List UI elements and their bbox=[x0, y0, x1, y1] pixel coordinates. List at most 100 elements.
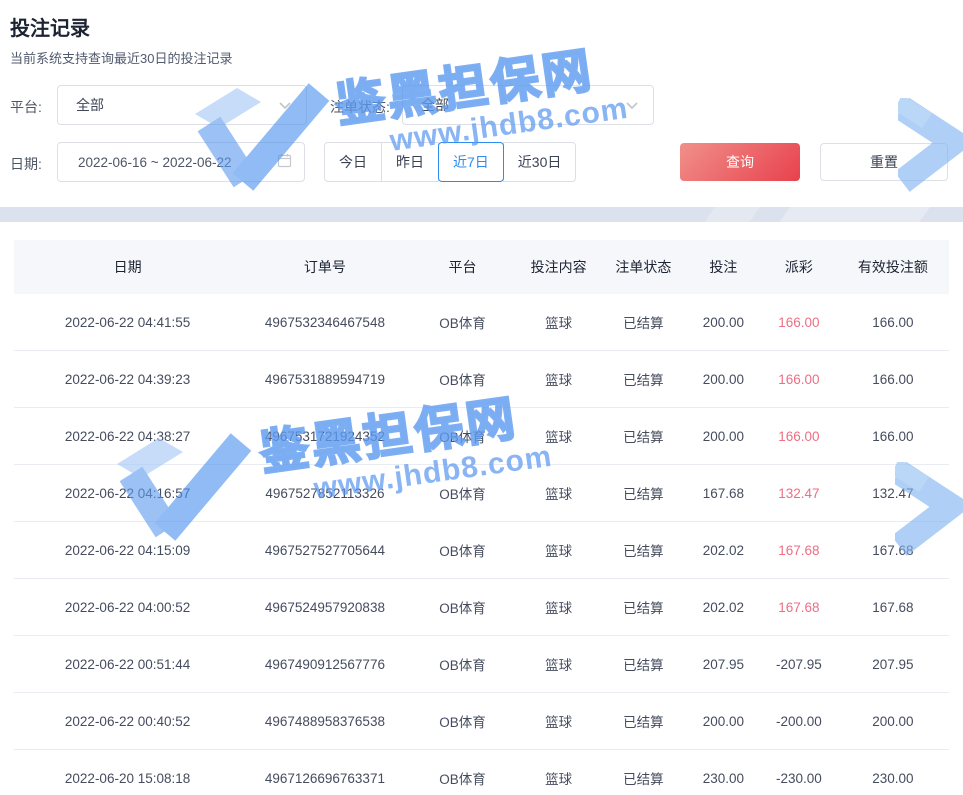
cell-payout: -230.00 bbox=[761, 750, 837, 795]
cell-date: 2022-06-22 04:39:23 bbox=[14, 351, 241, 408]
cell-date: 2022-06-22 04:38:27 bbox=[14, 408, 241, 465]
platform-select-value: 全部 bbox=[76, 95, 104, 115]
column-header: 订单号 bbox=[241, 240, 408, 294]
cell-platform: OB体育 bbox=[409, 636, 517, 693]
cell-valid-amount: 230.00 bbox=[837, 750, 949, 795]
table-row: 2022-06-22 04:41:55 4967532346467548 OB体… bbox=[14, 294, 949, 351]
cell-platform: OB体育 bbox=[409, 351, 517, 408]
cell-platform: OB体育 bbox=[409, 579, 517, 636]
cell-bet-amount: 200.00 bbox=[686, 351, 762, 408]
cell-order-number: 4967126696763371 bbox=[241, 750, 408, 795]
cell-valid-amount: 207.95 bbox=[837, 636, 949, 693]
column-header: 注单状态 bbox=[601, 240, 686, 294]
cell-valid-amount: 167.68 bbox=[837, 522, 949, 579]
cell-bet-content: 篮球 bbox=[516, 465, 601, 522]
cell-bet-content: 篮球 bbox=[516, 750, 601, 795]
table-body: 2022-06-22 04:41:55 4967532346467548 OB体… bbox=[14, 294, 949, 795]
column-header: 派彩 bbox=[761, 240, 837, 294]
chevron-down-icon bbox=[626, 97, 638, 113]
cell-date: 2022-06-20 15:08:18 bbox=[14, 750, 241, 795]
cell-payout: 132.47 bbox=[761, 465, 837, 522]
table-row: 2022-06-22 04:16:57 4967527852113326 OB体… bbox=[14, 465, 949, 522]
cell-bet-content: 篮球 bbox=[516, 408, 601, 465]
cell-date: 2022-06-22 04:16:57 bbox=[14, 465, 241, 522]
column-header: 有效投注额 bbox=[837, 240, 949, 294]
cell-order-number: 4967527527705644 bbox=[241, 522, 408, 579]
cell-bet-status: 已结算 bbox=[601, 408, 686, 465]
cell-date: 2022-06-22 04:15:09 bbox=[14, 522, 241, 579]
cell-bet-content: 篮球 bbox=[516, 351, 601, 408]
cell-payout: 166.00 bbox=[761, 294, 837, 351]
betting-records-page: 投注记录 当前系统支持查询最近30日的投注记录 平台: 全部 注单状态: 全部 … bbox=[0, 0, 963, 795]
cell-date: 2022-06-22 00:51:44 bbox=[14, 636, 241, 693]
cell-bet-status: 已结算 bbox=[601, 522, 686, 579]
cell-bet-amount: 200.00 bbox=[686, 693, 762, 750]
cell-valid-amount: 132.47 bbox=[837, 465, 949, 522]
table-row: 2022-06-22 04:00:52 4967524957920838 OB体… bbox=[14, 579, 949, 636]
cell-bet-status: 已结算 bbox=[601, 465, 686, 522]
cell-payout: 167.68 bbox=[761, 522, 837, 579]
cell-valid-amount: 167.68 bbox=[837, 579, 949, 636]
column-header: 日期 bbox=[14, 240, 241, 294]
range-yesterday-button[interactable]: 昨日 bbox=[381, 142, 439, 182]
cell-date: 2022-06-22 00:40:52 bbox=[14, 693, 241, 750]
cell-payout: 167.68 bbox=[761, 579, 837, 636]
table-row: 2022-06-22 04:39:23 4967531889594719 OB体… bbox=[14, 351, 949, 408]
cell-bet-amount: 202.02 bbox=[686, 579, 762, 636]
records-table: 日期订单号平台投注内容注单状态投注派彩有效投注额 2022-06-22 04:4… bbox=[14, 240, 949, 795]
cell-bet-amount: 230.00 bbox=[686, 750, 762, 795]
cell-platform: OB体育 bbox=[409, 294, 517, 351]
cell-bet-content: 篮球 bbox=[516, 294, 601, 351]
cell-bet-status: 已结算 bbox=[601, 693, 686, 750]
date-range-input[interactable]: 2022-06-16 ~ 2022-06-22 bbox=[57, 142, 305, 182]
reset-button[interactable]: 重置 bbox=[820, 143, 948, 181]
page-title: 投注记录 bbox=[10, 12, 90, 41]
cell-order-number: 4967531889594719 bbox=[241, 351, 408, 408]
cell-order-number: 4967532346467548 bbox=[241, 294, 408, 351]
calendar-icon bbox=[277, 153, 292, 171]
table-row: 2022-06-22 00:51:44 4967490912567776 OB体… bbox=[14, 636, 949, 693]
bet-status-select[interactable]: 全部 bbox=[402, 85, 654, 125]
cell-order-number: 4967488958376538 bbox=[241, 693, 408, 750]
cell-payout: -200.00 bbox=[761, 693, 837, 750]
cell-bet-content: 篮球 bbox=[516, 636, 601, 693]
range-today-button[interactable]: 今日 bbox=[324, 142, 382, 182]
cell-bet-status: 已结算 bbox=[601, 294, 686, 351]
date-label: 日期: bbox=[10, 154, 42, 174]
cell-bet-amount: 167.68 bbox=[686, 465, 762, 522]
cell-payout: 166.00 bbox=[761, 408, 837, 465]
cell-bet-status: 已结算 bbox=[601, 351, 686, 408]
cell-order-number: 4967531721924352 bbox=[241, 408, 408, 465]
column-header: 投注内容 bbox=[516, 240, 601, 294]
cell-date: 2022-06-22 04:00:52 bbox=[14, 579, 241, 636]
cell-order-number: 4967527852113326 bbox=[241, 465, 408, 522]
table-row: 2022-06-22 04:38:27 4967531721924352 OB体… bbox=[14, 408, 949, 465]
range-last30-button[interactable]: 近30日 bbox=[503, 142, 577, 182]
table-row: 2022-06-22 00:40:52 4967488958376538 OB体… bbox=[14, 693, 949, 750]
cell-order-number: 4967524957920838 bbox=[241, 579, 408, 636]
range-last7-button[interactable]: 近7日 bbox=[438, 142, 504, 182]
table-header-row: 日期订单号平台投注内容注单状态投注派彩有效投注额 bbox=[14, 240, 949, 294]
quick-range-group: 今日昨日近7日近30日 bbox=[324, 142, 576, 182]
table-row: 2022-06-20 15:08:18 4967126696763371 OB体… bbox=[14, 750, 949, 795]
table-row: 2022-06-22 04:15:09 4967527527705644 OB体… bbox=[14, 522, 949, 579]
section-divider-band bbox=[0, 207, 963, 222]
query-button[interactable]: 查询 bbox=[680, 143, 800, 181]
cell-bet-content: 篮球 bbox=[516, 522, 601, 579]
page-subtitle: 当前系统支持查询最近30日的投注记录 bbox=[10, 48, 232, 67]
cell-valid-amount: 166.00 bbox=[837, 294, 949, 351]
cell-payout: 166.00 bbox=[761, 351, 837, 408]
cell-date: 2022-06-22 04:41:55 bbox=[14, 294, 241, 351]
cell-bet-status: 已结算 bbox=[601, 750, 686, 795]
cell-platform: OB体育 bbox=[409, 522, 517, 579]
cell-order-number: 4967490912567776 bbox=[241, 636, 408, 693]
bet-status-select-value: 全部 bbox=[421, 95, 449, 115]
platform-select[interactable]: 全部 bbox=[57, 85, 307, 125]
cell-valid-amount: 166.00 bbox=[837, 408, 949, 465]
cell-bet-status: 已结算 bbox=[601, 579, 686, 636]
platform-label: 平台: bbox=[10, 97, 42, 117]
cell-valid-amount: 200.00 bbox=[837, 693, 949, 750]
cell-platform: OB体育 bbox=[409, 750, 517, 795]
cell-payout: -207.95 bbox=[761, 636, 837, 693]
date-range-value: 2022-06-16 ~ 2022-06-22 bbox=[78, 155, 232, 170]
